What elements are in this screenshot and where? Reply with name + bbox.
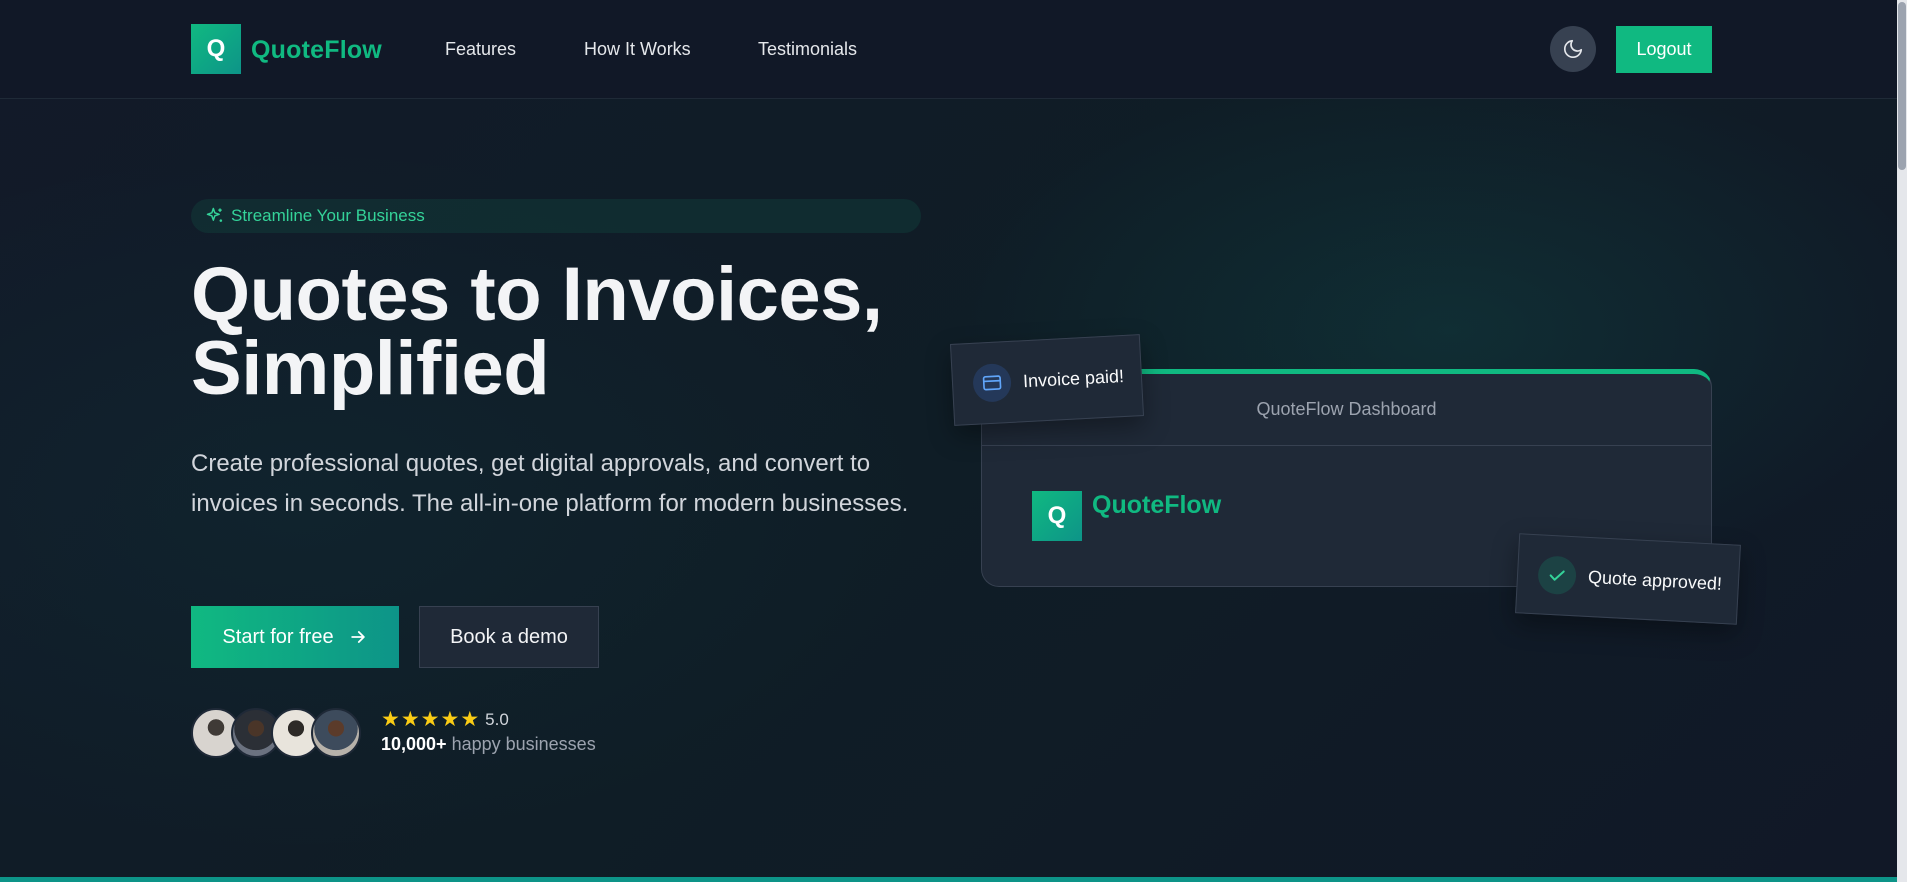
business-label: happy businesses [451,734,596,754]
rating-value: 5.0 [485,710,509,729]
hero-title-line2: Simplified [191,326,550,411]
hero-title: Quotes to Invoices, Simplified [191,252,883,411]
dashboard-logo-text: QuoteFlow [1092,491,1222,519]
avatar-group [191,708,363,758]
avatar [311,708,361,758]
hero-title-line1: Quotes to Invoices, [191,252,883,337]
invoice-paid-toast: Invoice paid! [949,334,1145,426]
hero-badge-text: Streamline Your Business [231,206,425,225]
star-icon: ★ [440,708,460,731]
credit-card-icon [982,375,1002,391]
scrollbar-thumb[interactable] [1898,2,1906,170]
star-icon: ★ [460,708,480,731]
stars-row: ★ ★ ★ ★ ★ 5.0 [381,709,596,731]
star-icon: ★ [400,708,420,731]
star-icon: ★ [381,708,400,731]
star-icon: ★ [420,708,440,731]
logo-mark[interactable]: Q [191,24,241,74]
start-for-free-button[interactable]: Start for free [191,606,399,668]
scrollbar[interactable] [1897,0,1907,882]
quote-approved-toast: Quote approved! [1515,533,1741,625]
next-section-edge [0,877,1907,882]
hero-badge: Streamline Your Business [191,199,921,233]
rating-block: ★ ★ ★ ★ ★ 5.0 10,000+ happy businesses [381,709,596,755]
sparkles-icon [206,207,223,222]
theme-toggle-button[interactable] [1550,26,1596,72]
nav-link-features[interactable]: Features [445,39,516,60]
book-demo-button[interactable]: Book a demo [419,606,599,668]
invoice-paid-text: Invoice paid! [1022,365,1125,391]
quote-approved-text: Quote approved! [1587,566,1723,594]
moon-icon [1563,39,1583,59]
logout-button[interactable]: Logout [1616,26,1712,73]
nav-link-testimonials[interactable]: Testimonials [758,39,857,60]
arrow-right-icon [350,631,365,643]
nav-link-how-it-works[interactable]: How It Works [584,39,691,60]
navbar: Q QuoteFlow Features How It Works Testim… [0,0,1907,99]
toast-icon-wrap [972,362,1013,403]
dashboard-logo-mark: Q [1032,491,1082,541]
business-count: 10,000+ [381,734,447,754]
rating-caption: 10,000+ happy businesses [381,734,596,755]
toast-icon-wrap [1537,555,1578,596]
hero-subtitle: Create professional quotes, get digital … [191,450,909,517]
logo-text[interactable]: QuoteFlow [251,36,382,65]
check-icon [1549,570,1565,581]
start-for-free-label: Start for free [222,625,334,648]
